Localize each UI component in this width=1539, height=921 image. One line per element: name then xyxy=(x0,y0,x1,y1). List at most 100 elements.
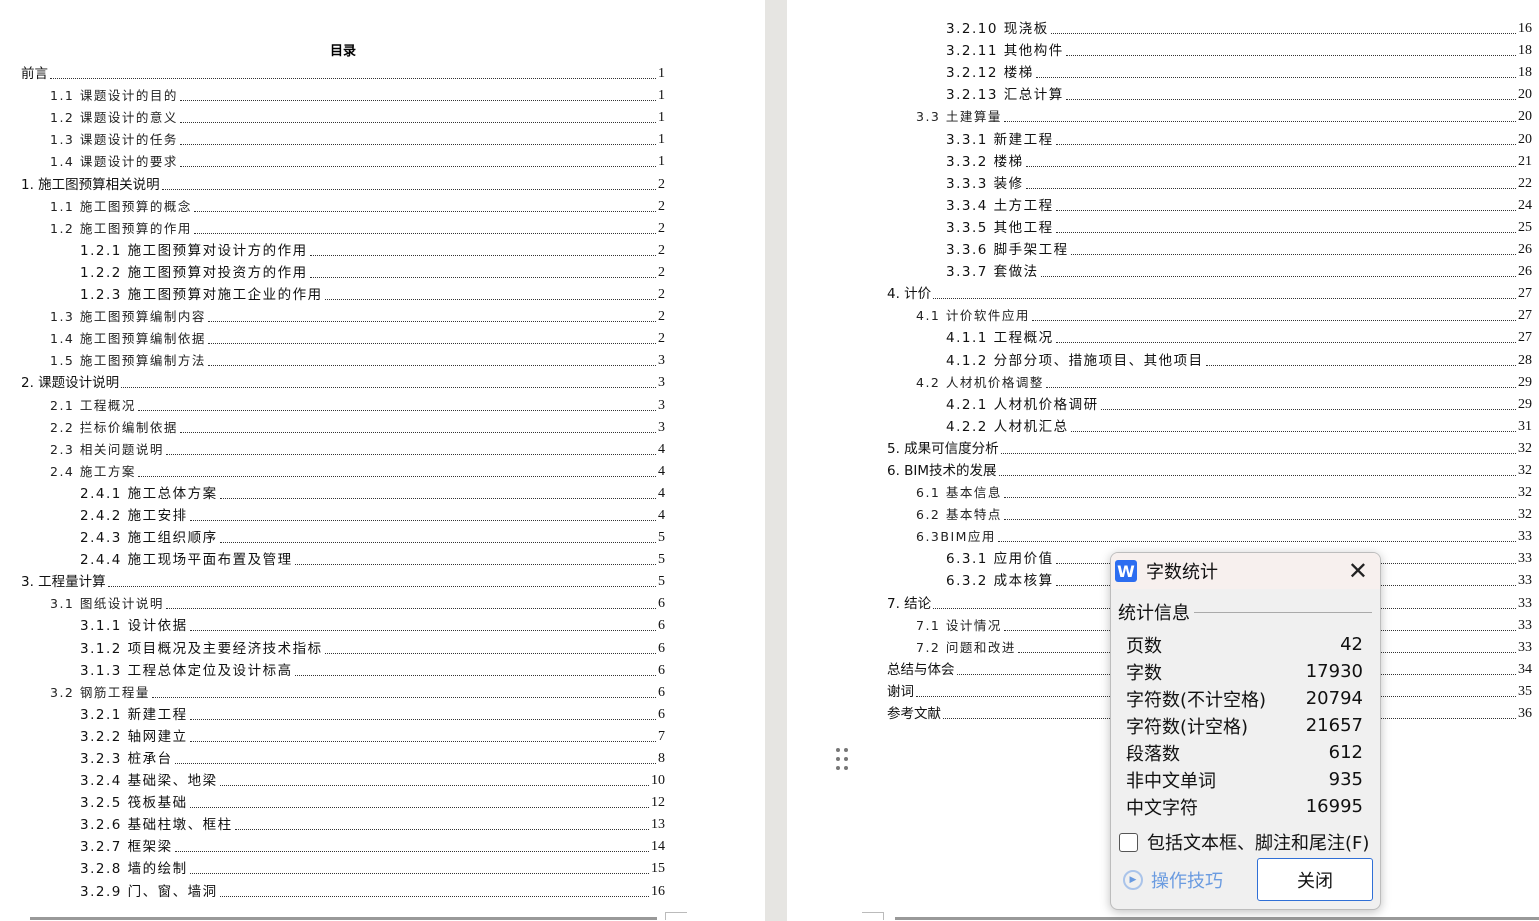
toc-entry[interactable]: 3.2.4 基础梁、地梁 10 xyxy=(21,768,665,790)
toc-entry[interactable]: 3.3.5 其他工程 25 xyxy=(887,215,1532,237)
toc-page-number: 6 xyxy=(658,662,665,678)
toc-entry-title: 3.2.12 楼梯 xyxy=(946,65,1034,82)
toc-entry[interactable]: 3.2.9 门、窗、墙洞 16 xyxy=(21,878,665,900)
toc-entry[interactable]: 3.3.1 新建工程 20 xyxy=(887,126,1532,148)
toc-entry[interactable]: 3.2.12 楼梯 18 xyxy=(887,60,1532,82)
tips-label[interactable]: 操作技巧 xyxy=(1151,867,1223,893)
toc-entry[interactable]: 3.1 图纸设计说明 6 xyxy=(21,591,665,613)
toc-entry[interactable]: 4.2 人材机价格调整 29 xyxy=(887,370,1532,392)
toc-entry[interactable]: 3.2.3 桩承台 8 xyxy=(21,746,665,768)
toc-entry[interactable]: 2.2 拦标价编制依据 3 xyxy=(21,415,665,437)
toc-page-number: 7 xyxy=(658,728,665,744)
toc-list-left: 前言 1 1.1 课题设计的目的 1 1.2 课题设计的意义 1 1.3 课题设计的任务 1 1… xyxy=(21,61,665,901)
toc-entry[interactable]: 3.2 钢筋工程量 6 xyxy=(21,680,665,702)
drag-handle-icon[interactable] xyxy=(836,748,850,772)
toc-entry[interactable]: 1.4 施工图预算编制依据 2 xyxy=(21,326,665,348)
toc-leader xyxy=(219,785,649,787)
stat-row: 页数 42 xyxy=(1126,631,1363,658)
close-button[interactable]: 关闭 xyxy=(1257,858,1373,901)
toc-entry[interactable]: 1.1 课题设计的目的 1 xyxy=(21,83,665,105)
toc-entry[interactable]: 4.1.2 分部分项、措施项目、其他项目 28 xyxy=(887,347,1532,369)
toc-entry[interactable]: 3.2.7 框架梁 14 xyxy=(21,834,665,856)
toc-entry[interactable]: 1.2.1 施工图预算对设计方的作用 2 xyxy=(21,238,665,260)
toc-entry[interactable]: 4.1 计价软件应用 27 xyxy=(887,303,1532,325)
toc-entry[interactable]: 1.2.3 施工图预算对施工企业的作用 2 xyxy=(21,282,665,304)
toc-entry-title: 总结与体会 xyxy=(887,661,955,678)
close-icon[interactable]: ✕ xyxy=(1348,557,1368,585)
toc-leader xyxy=(179,144,656,146)
checkbox-label[interactable]: 包括文本框、脚注和尾注(F) xyxy=(1147,829,1369,855)
toc-entry[interactable]: 3.2.11 其他构件 18 xyxy=(887,38,1532,60)
toc-entry[interactable]: 2.4.4 施工现场平面布置及管理 5 xyxy=(21,547,665,569)
play-icon: ▶ xyxy=(1123,870,1143,890)
page-corner-mark xyxy=(862,912,884,920)
page-corner-mark xyxy=(665,912,687,920)
toc-entry[interactable]: 2.4.3 施工组织顺序 5 xyxy=(21,525,665,547)
toc-page-number: 27 xyxy=(1518,286,1532,302)
toc-entry[interactable]: 6.2 基本特点 32 xyxy=(887,502,1532,524)
toc-entry[interactable]: 3.1.2 项目概况及主要经济技术指标 6 xyxy=(21,635,665,657)
toc-entry[interactable]: 2.1 工程概况 3 xyxy=(21,392,665,414)
toc-page-number: 33 xyxy=(1518,529,1532,545)
toc-page-number: 16 xyxy=(1518,21,1532,37)
toc-entry[interactable]: 3.2.13 汇总计算 20 xyxy=(887,82,1532,104)
toc-entry[interactable]: 1.3 课题设计的任务 1 xyxy=(21,127,665,149)
toc-entry[interactable]: 3.2.2 轴网建立 7 xyxy=(21,724,665,746)
toc-page-number: 27 xyxy=(1518,308,1532,324)
toc-entry[interactable]: 3.3 土建算量 20 xyxy=(887,104,1532,126)
checkbox-box[interactable] xyxy=(1119,832,1138,852)
toc-entry[interactable]: 4.2.1 人材机价格调研 29 xyxy=(887,392,1532,414)
toc-entry-title: 3.1 图纸设计说明 xyxy=(50,596,164,612)
toc-page-number: 33 xyxy=(1518,639,1532,655)
toc-entry[interactable]: 3.3.6 脚手架工程 26 xyxy=(887,237,1532,259)
toc-leader xyxy=(309,276,656,278)
toc-entry[interactable]: 2.4.1 施工总体方案 4 xyxy=(21,481,665,503)
toc-entry[interactable]: 1.3 施工图预算编制内容 2 xyxy=(21,304,665,326)
toc-page-number: 33 xyxy=(1518,617,1532,633)
toc-entry[interactable]: 2.4.2 施工安排 4 xyxy=(21,503,665,525)
toc-entry[interactable]: 3.2.6 基础柱墩、框柱 13 xyxy=(21,812,665,834)
toc-entry[interactable]: 1.2 课题设计的意义 1 xyxy=(21,105,665,127)
toc-page-number: 6 xyxy=(658,706,665,722)
toc-entry[interactable]: 3.2.5 筏板基础 12 xyxy=(21,790,665,812)
stats-list: 页数 42 字数 17930 字符数(不计空格) 20794 字符数(计空格) 21657 段落… xyxy=(1126,631,1363,820)
toc-entry[interactable]: 3.1.3 工程总体定位及设计标高 6 xyxy=(21,658,665,680)
toc-entry[interactable]: 6.3BIM应用 33 xyxy=(887,524,1532,546)
toc-entry[interactable]: 前言 1 xyxy=(21,61,665,83)
tips-link[interactable]: ▶ 操作技巧 xyxy=(1123,867,1223,893)
toc-entry-title: 1. 施工图预算相关说明 xyxy=(21,176,160,193)
toc-entry[interactable]: 3.3.4 土方工程 24 xyxy=(887,193,1532,215)
toc-entry[interactable]: 2. 课题设计说明 3 xyxy=(21,370,665,392)
toc-entry[interactable]: 4.2.2 人材机汇总 31 xyxy=(887,414,1532,436)
toc-entry[interactable]: 5. 成果可信度分析 32 xyxy=(887,436,1532,458)
toc-entry[interactable]: 2.4 施工方案 4 xyxy=(21,459,665,481)
include-textbox-checkbox[interactable]: 包括文本框、脚注和尾注(F) xyxy=(1119,829,1380,855)
toc-entry[interactable]: 3.2.1 新建工程 6 xyxy=(21,702,665,724)
toc-entry[interactable]: 1.2.2 施工图预算对投资方的作用 2 xyxy=(21,260,665,282)
toc-entry[interactable]: 2.3 相关问题说明 4 xyxy=(21,437,665,459)
toc-entry[interactable]: 3.2.10 现浇板 16 xyxy=(887,16,1532,38)
toc-entry[interactable]: 4.1.1 工程概况 27 xyxy=(887,325,1532,347)
toc-entry[interactable]: 3. 工程量计算 5 xyxy=(21,569,665,591)
toc-entry[interactable]: 3.3.2 楼梯 21 xyxy=(887,149,1532,171)
toc-entry[interactable]: 1.2 施工图预算的作用 2 xyxy=(21,216,665,238)
toc-entry-title: 1.2 课题设计的意义 xyxy=(50,110,178,126)
toc-entry[interactable]: 1.4 课题设计的要求 1 xyxy=(21,149,665,171)
toc-entry[interactable]: 6.1 基本信息 32 xyxy=(887,480,1532,502)
toc-leader xyxy=(1040,276,1516,278)
toc-leader xyxy=(189,630,656,632)
toc-page-number: 3 xyxy=(658,419,665,435)
toc-entry[interactable]: 6. BIM技术的发展 32 xyxy=(887,458,1532,480)
page-gutter xyxy=(765,0,787,921)
toc-leader xyxy=(309,254,656,256)
toc-entry[interactable]: 1. 施工图预算相关说明 2 xyxy=(21,171,665,193)
dialog-title-bar[interactable]: W 字数统计 ✕ xyxy=(1111,553,1380,589)
toc-entry[interactable]: 1.5 施工图预算编制方法 3 xyxy=(21,348,665,370)
toc-leader xyxy=(189,807,649,809)
toc-entry[interactable]: 3.3.7 套做法 26 xyxy=(887,259,1532,281)
toc-entry[interactable]: 1.1 施工图预算的概念 2 xyxy=(21,194,665,216)
toc-entry[interactable]: 3.1.1 设计依据 6 xyxy=(21,613,665,635)
toc-entry[interactable]: 3.3.3 装修 22 xyxy=(887,171,1532,193)
toc-entry[interactable]: 3.2.8 墙的绘制 15 xyxy=(21,856,665,878)
toc-entry[interactable]: 4. 计价 27 xyxy=(887,281,1532,303)
